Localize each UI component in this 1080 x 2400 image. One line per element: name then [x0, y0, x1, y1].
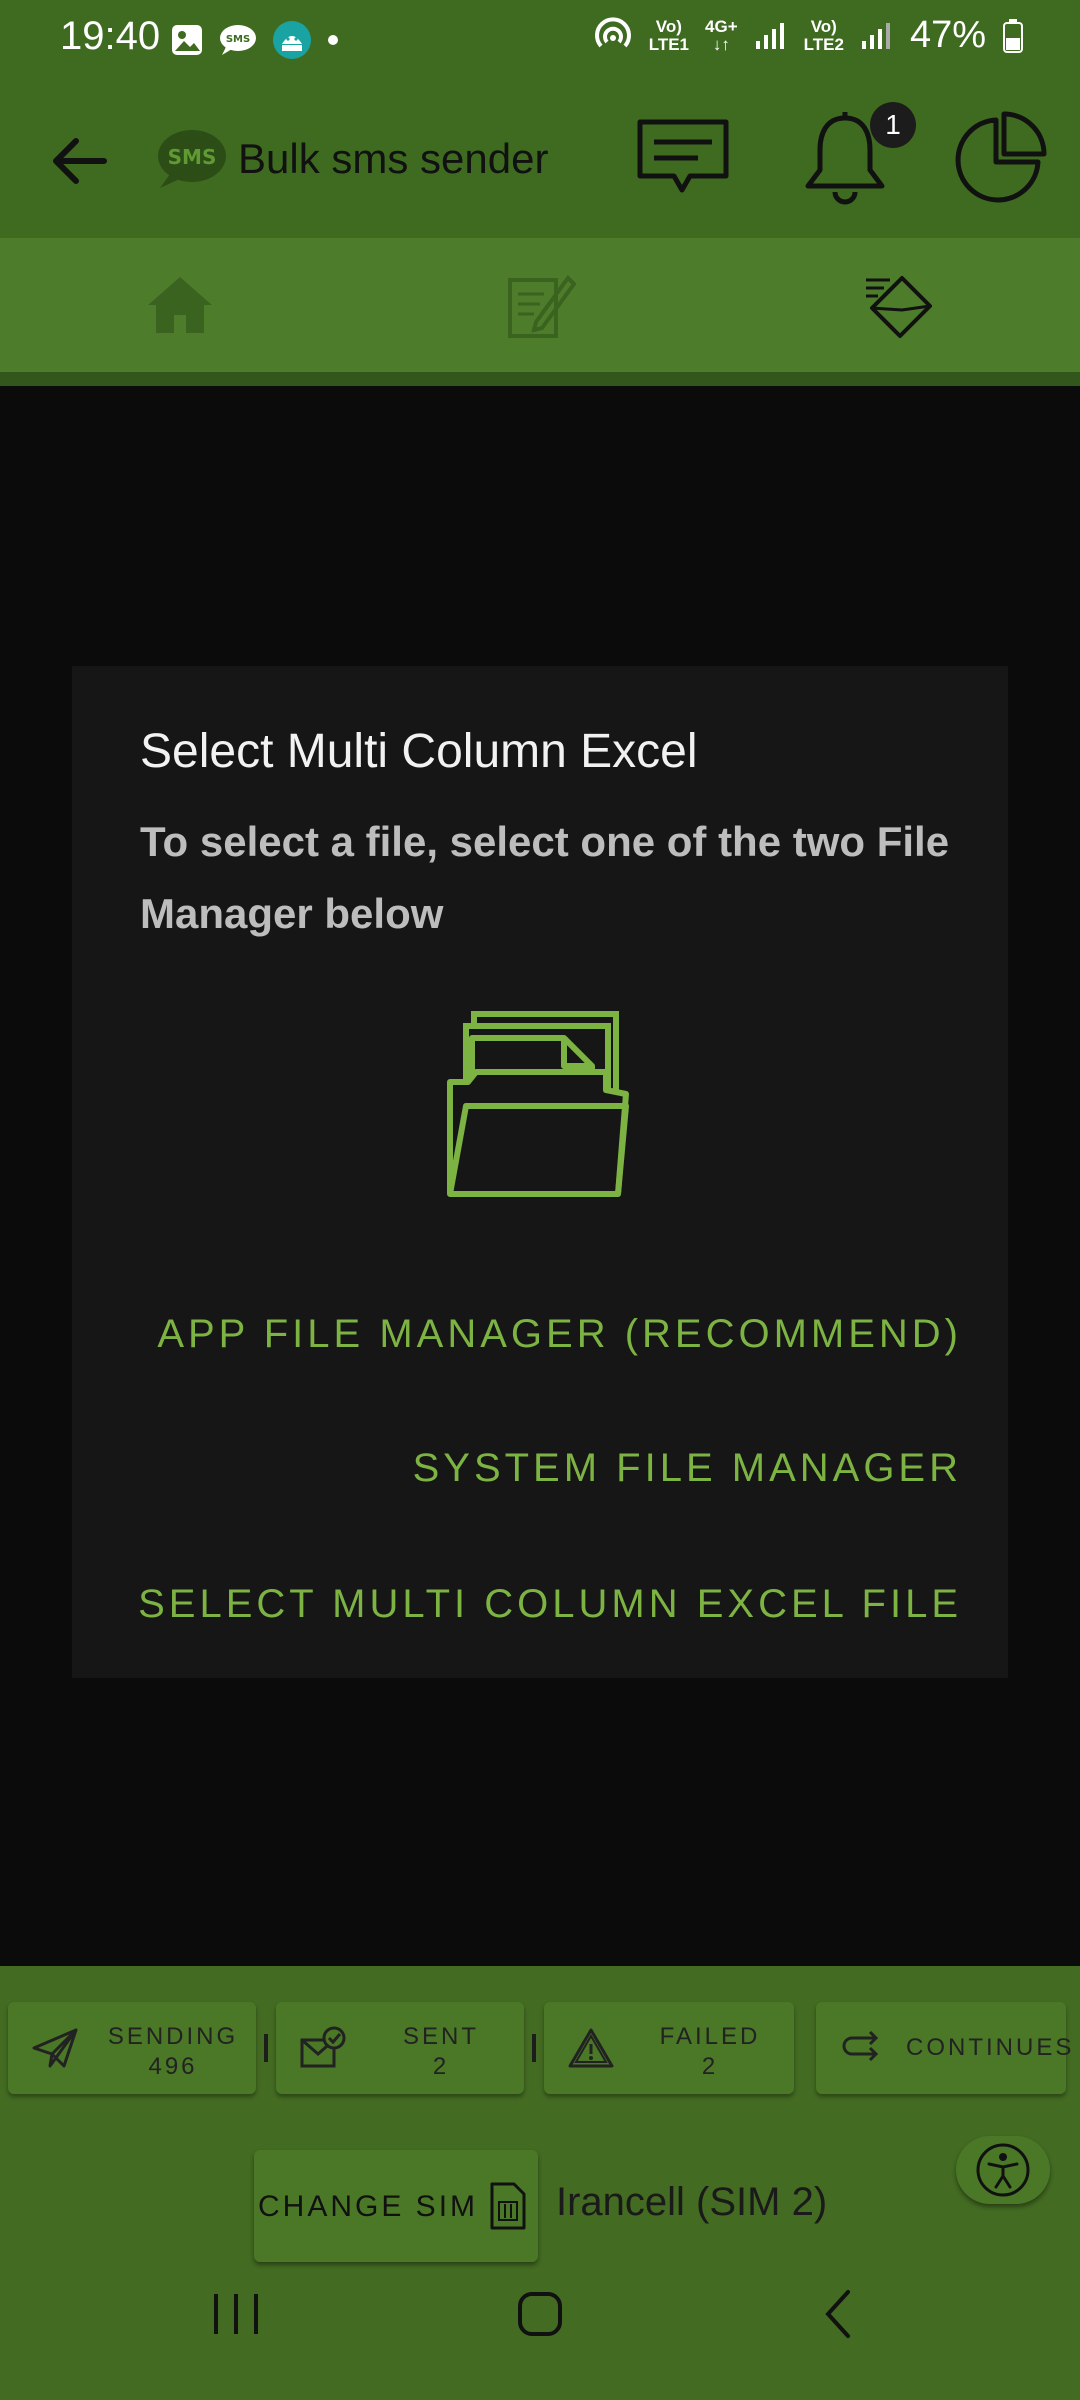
home-button[interactable] [440, 2238, 640, 2400]
edit-note-icon [508, 274, 576, 338]
sent-stat[interactable]: SENT 2 [276, 2002, 524, 2094]
home-icon [148, 277, 212, 333]
current-sim-label: Irancell (SIM 2) [556, 2180, 828, 2224]
app-bar: SMS Bulk sms sender 1 [0, 80, 1080, 238]
paper-plane-icon [32, 2028, 78, 2068]
svg-text:SMS: SMS [168, 145, 217, 169]
tab-bulk-send[interactable] [720, 238, 1080, 372]
accessibility-icon [976, 2143, 1030, 2197]
warning-icon [568, 2028, 614, 2068]
app-title: Bulk sms sender [238, 135, 549, 182]
mail-send-icon [866, 276, 932, 338]
svg-text:SMS: SMS [226, 34, 250, 45]
continues-button[interactable]: CONTINUES [816, 2002, 1075, 2094]
sim2-network: Vo) LTE2 [803, 16, 844, 54]
failed-label: FAILED [659, 2023, 761, 2050]
select-excel-file-button[interactable]: SELECT MULTI COLUMN EXCEL FILE [138, 1582, 962, 1627]
message-icon[interactable] [636, 118, 730, 198]
back-arrow-icon[interactable] [44, 126, 114, 196]
sending-label: SENDING [107, 2023, 239, 2050]
sim-card-icon [490, 2182, 526, 2230]
pie-chart-icon[interactable] [952, 110, 1048, 206]
tab-home[interactable] [0, 238, 360, 372]
back-nav-icon [825, 2290, 850, 2338]
back-button[interactable] [740, 2238, 940, 2400]
signal-icon [755, 22, 784, 49]
status-bar: 19:40 SMS Vo) LTE1 4G+ ↓↑ Vo) LTE2 47% [0, 0, 1080, 80]
folder-files-icon [447, 1011, 629, 1197]
dialog-title: Select Multi Column Excel [140, 725, 698, 778]
signal-icon [861, 22, 890, 49]
dot-icon [328, 35, 338, 45]
dialog-message: To select a file, select one of the two … [140, 818, 950, 937]
mail-check-icon [300, 2026, 346, 2068]
sms-logo: SMS [156, 128, 228, 190]
system-file-manager-button[interactable]: SYSTEM FILE MANAGER [413, 1446, 962, 1491]
tab-indicator [0, 372, 1080, 386]
system-nav-bar [0, 2238, 1080, 2400]
sent-label: SENT [402, 2023, 479, 2050]
redo-arrow-icon [842, 2030, 879, 2062]
android-icon [273, 21, 311, 59]
app-file-manager-button[interactable]: APP FILE MANAGER (RECOMMEND) [157, 1312, 962, 1357]
recents-button[interactable] [136, 2238, 336, 2400]
accessibility-button[interactable] [956, 2136, 1050, 2204]
failed-stat[interactable]: FAILED 2 [544, 2002, 794, 2094]
select-excel-dialog: Select Multi Column Excel To select a fi… [72, 666, 1008, 1678]
sent-value: 2 [432, 2053, 450, 2080]
change-sim-label: CHANGE SIM [258, 2190, 479, 2223]
divider [532, 2034, 536, 2062]
gallery-icon [172, 25, 202, 55]
data-4g-indicator: 4G+ ↓↑ [705, 16, 738, 54]
tab-bar [0, 238, 1080, 372]
continues-label: CONTINUES [906, 2034, 1075, 2061]
recents-icon [214, 2294, 258, 2334]
sms-icon: SMS [220, 25, 256, 55]
tab-compose[interactable] [360, 238, 720, 372]
sending-value: 496 [148, 2053, 198, 2080]
notification-button[interactable]: 1 [800, 102, 920, 212]
home-nav-icon [518, 2292, 562, 2336]
hotspot-icon [594, 16, 631, 47]
notification-badge: 1 [870, 102, 916, 148]
divider [264, 2034, 268, 2062]
sim1-network: Vo) LTE1 [648, 16, 690, 54]
battery-icon [1003, 18, 1023, 53]
failed-value: 2 [701, 2053, 719, 2080]
battery-percent: 47% [909, 14, 986, 56]
status-time: 19:40 [60, 14, 161, 58]
sending-stat[interactable]: SENDING 496 [8, 2002, 256, 2094]
